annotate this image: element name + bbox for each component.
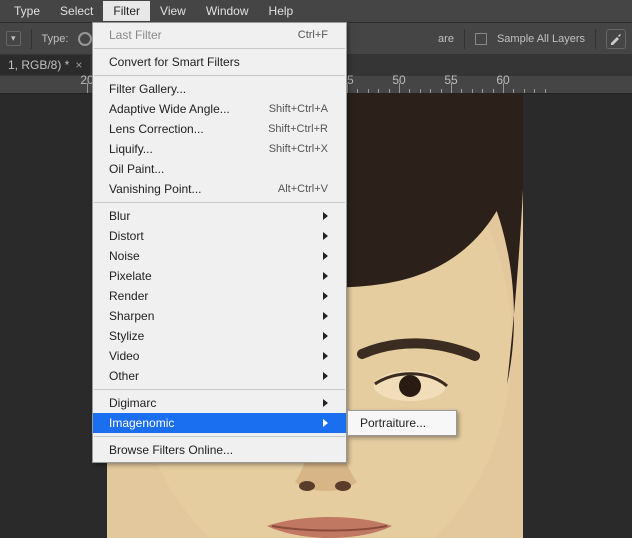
chevron-right-icon: [323, 372, 328, 380]
menu-item-video[interactable]: Video: [93, 346, 346, 366]
hidden-text-fragment: are: [438, 33, 454, 45]
menu-item-last-filter[interactable]: Last Filter Ctrl+F: [93, 25, 346, 45]
menu-item-label: Last Filter: [109, 28, 162, 42]
document-tab[interactable]: 1, RGB/8) * ×: [0, 55, 90, 75]
menu-item-blur[interactable]: Blur: [93, 206, 346, 226]
ruler-tick-label: 60: [496, 73, 509, 87]
menu-item-label: Sharpen: [109, 309, 154, 323]
menu-item-label: Pixelate: [109, 269, 152, 283]
chevron-right-icon: [323, 212, 328, 220]
sample-all-layers-checkbox[interactable]: [475, 33, 487, 45]
menu-filter[interactable]: Filter: [103, 1, 150, 21]
menu-item-stylize[interactable]: Stylize: [93, 326, 346, 346]
menu-item-shortcut: Shift+Ctrl+X: [269, 143, 328, 155]
menubar: TypeSelectFilterViewWindowHelp: [0, 0, 632, 22]
menu-type[interactable]: Type: [4, 1, 50, 21]
menu-select[interactable]: Select: [50, 1, 103, 21]
menu-item-pixelate[interactable]: Pixelate: [93, 266, 346, 286]
dropdown-handle[interactable]: ▾: [6, 31, 21, 46]
filter-menu: Last Filter Ctrl+F Convert for Smart Filte…: [92, 22, 347, 463]
chevron-right-icon: [323, 399, 328, 407]
menu-window[interactable]: Window: [196, 1, 259, 21]
document-tab-label: 1, RGB/8) *: [8, 58, 69, 72]
type-circle-icon[interactable]: [78, 32, 92, 46]
menu-item-label: Blur: [109, 209, 130, 223]
menu-item-shortcut: Shift+Ctrl+R: [268, 123, 328, 135]
menu-item-label: Adaptive Wide Angle...: [109, 102, 230, 116]
menu-item-noise[interactable]: Noise: [93, 246, 346, 266]
chevron-right-icon: [323, 252, 328, 260]
menu-item-label: Digimarc: [109, 396, 156, 410]
menu-item-adaptive-wide-angle[interactable]: Adaptive Wide Angle... Shift+Ctrl+A: [93, 99, 346, 119]
chevron-right-icon: [323, 232, 328, 240]
menu-item-liquify[interactable]: Liquify... Shift+Ctrl+X: [93, 139, 346, 159]
sample-all-layers-label: Sample All Layers: [497, 33, 585, 45]
menu-separator: [94, 48, 345, 49]
ruler-tick-label: 55: [444, 73, 457, 87]
menu-separator: [94, 389, 345, 390]
menu-item-distort[interactable]: Distort: [93, 226, 346, 246]
chevron-right-icon: [323, 352, 328, 360]
menu-item-label: Oil Paint...: [109, 162, 164, 176]
menu-item-sharpen[interactable]: Sharpen: [93, 306, 346, 326]
menu-item-label: Video: [109, 349, 139, 363]
menu-item-imagenomic[interactable]: Imagenomic: [93, 413, 346, 433]
menu-item-label: Liquify...: [109, 142, 153, 156]
menu-separator: [94, 436, 345, 437]
menu-item-label: Noise: [109, 249, 140, 263]
submenu-item-portraiture[interactable]: Portraiture...: [348, 413, 456, 433]
menu-item-label: Lens Correction...: [109, 122, 204, 136]
brush-settings-icon[interactable]: [606, 29, 626, 49]
chevron-right-icon: [323, 419, 328, 427]
menu-item-convert-for-smart-filters[interactable]: Convert for Smart Filters: [93, 52, 346, 72]
chevron-right-icon: [323, 312, 328, 320]
chevron-right-icon: [323, 272, 328, 280]
menu-item-label: Filter Gallery...: [109, 82, 186, 96]
menu-help[interactable]: Help: [259, 1, 304, 21]
type-label: Type:: [42, 33, 69, 45]
menu-item-label: Stylize: [109, 329, 144, 343]
menu-item-shortcut: Ctrl+F: [298, 29, 328, 41]
menu-separator: [94, 75, 345, 76]
menu-separator: [94, 202, 345, 203]
menu-item-oil-paint[interactable]: Oil Paint...: [93, 159, 346, 179]
menu-item-label: Imagenomic: [109, 416, 174, 430]
menu-item-label: Other: [109, 369, 139, 383]
menu-item-label: Vanishing Point...: [109, 182, 202, 196]
menu-view[interactable]: View: [150, 1, 196, 21]
menu-item-label: Render: [109, 289, 148, 303]
chevron-right-icon: [323, 332, 328, 340]
menu-item-label: Browse Filters Online...: [109, 443, 233, 457]
menu-item-label: Distort: [109, 229, 144, 243]
close-icon[interactable]: ×: [75, 58, 82, 72]
menu-item-other[interactable]: Other: [93, 366, 346, 386]
menu-item-shortcut: Shift+Ctrl+A: [269, 103, 328, 115]
menu-item-shortcut: Alt+Ctrl+V: [278, 183, 328, 195]
menu-item-digimarc[interactable]: Digimarc: [93, 393, 346, 413]
menu-item-browse-filters-online[interactable]: Browse Filters Online...: [93, 440, 346, 460]
ruler-tick-label: 50: [392, 73, 405, 87]
menu-item-render[interactable]: Render: [93, 286, 346, 306]
menu-item-filter-gallery[interactable]: Filter Gallery...: [93, 79, 346, 99]
imagenomic-submenu: Portraiture...: [347, 410, 457, 436]
menu-item-label: Convert for Smart Filters: [109, 55, 240, 69]
chevron-right-icon: [323, 292, 328, 300]
menu-item-vanishing-point[interactable]: Vanishing Point... Alt+Ctrl+V: [93, 179, 346, 199]
menu-item-lens-correction[interactable]: Lens Correction... Shift+Ctrl+R: [93, 119, 346, 139]
